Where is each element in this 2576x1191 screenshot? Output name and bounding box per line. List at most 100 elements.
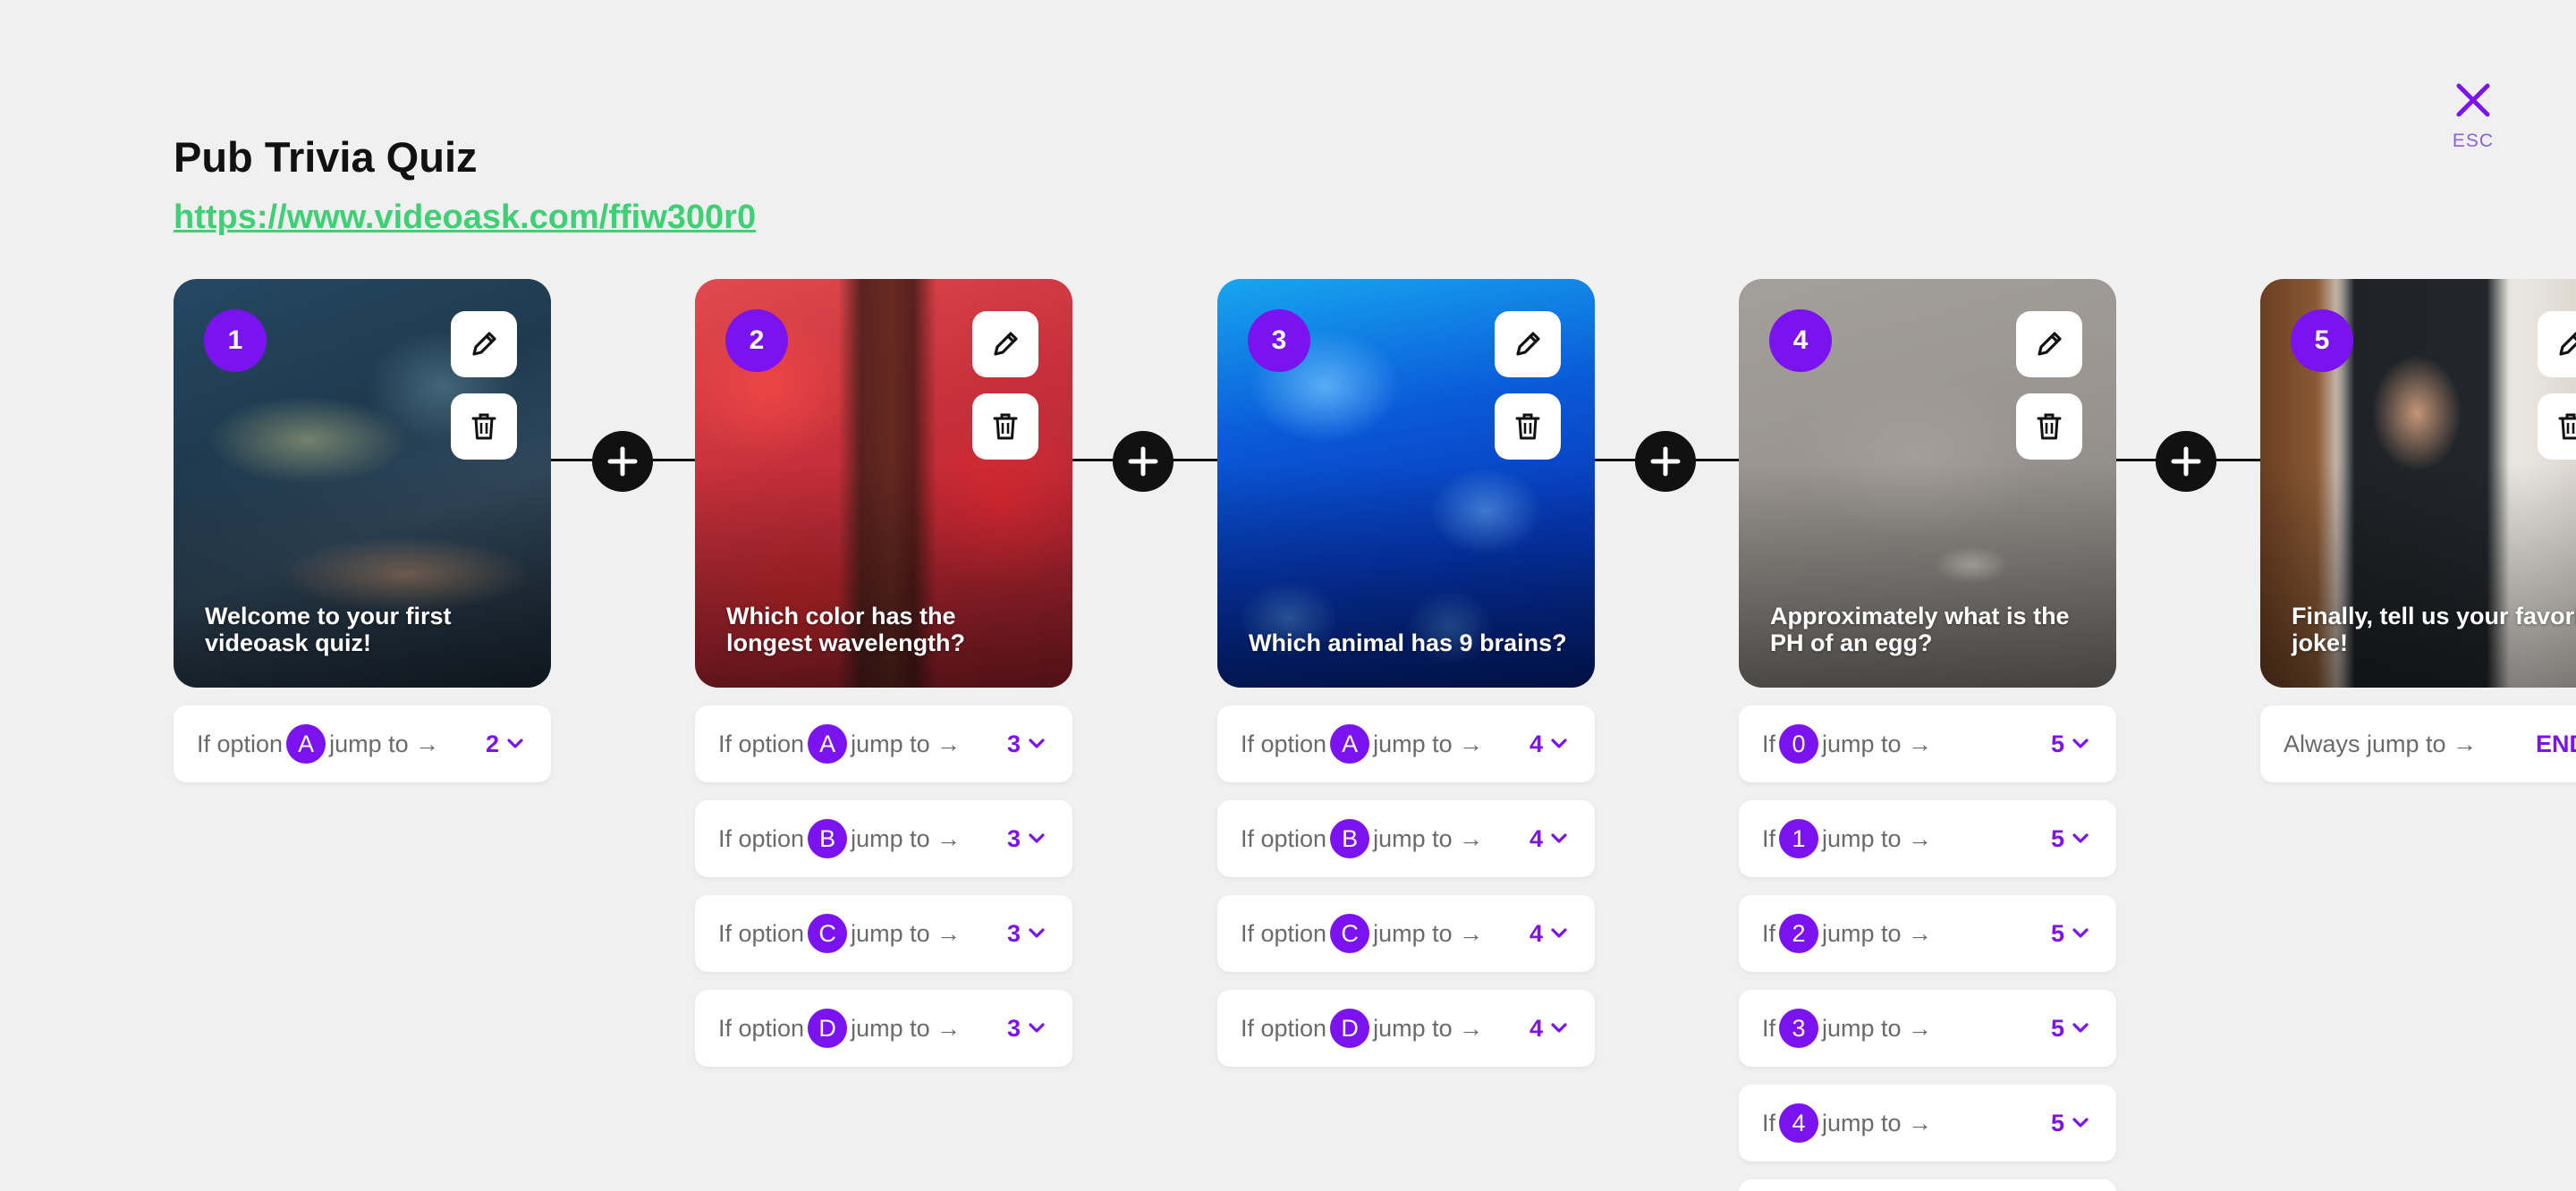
- jump-target-select[interactable]: 5: [2051, 1085, 2064, 1161]
- rule-prefix: If: [1762, 824, 1776, 852]
- branch-rule[interactable]: If 4 jump to → 5: [1739, 1085, 2116, 1161]
- branch-rule[interactable]: If option C jump to → 4: [1217, 895, 1595, 972]
- delete-button[interactable]: [2016, 393, 2082, 460]
- step-number-badge: 2: [725, 309, 788, 372]
- edit-button[interactable]: [1495, 311, 1561, 377]
- branch-rule[interactable]: If option D jump to → 4: [1217, 990, 1595, 1067]
- delete-button[interactable]: [2538, 393, 2576, 460]
- step-card[interactable]: 1 Welcome to your first videoask quiz!: [174, 279, 551, 688]
- rule-suffix: jump to →: [851, 730, 962, 757]
- option-badge: D: [808, 1009, 848, 1048]
- step-number-badge: 3: [1248, 309, 1310, 372]
- delete-button[interactable]: [1495, 393, 1561, 460]
- chevron-down-icon: [1551, 1023, 1567, 1033]
- jump-target-select[interactable]: END: [2536, 705, 2576, 782]
- step-card[interactable]: 4 Approximately what is the PH of an egg…: [1739, 279, 2116, 688]
- option-badge: 4: [1779, 1103, 1819, 1143]
- step-track: 1 Welcome to your first videoask quiz! I…: [0, 0, 2576, 1191]
- add-step-button[interactable]: [1635, 431, 1696, 492]
- edit-button[interactable]: [451, 311, 517, 377]
- branch-rule[interactable]: If 1 jump to → 5: [1739, 800, 2116, 877]
- branch-rule-partial[interactable]: [1739, 1179, 2116, 1191]
- chevron-down-icon: [2072, 739, 2089, 748]
- jump-target-select[interactable]: 5: [2051, 990, 2064, 1067]
- rule-suffix: jump to →: [329, 730, 440, 757]
- branch-rule[interactable]: If option B jump to → 4: [1217, 800, 1595, 877]
- jump-target-select[interactable]: 3: [1007, 895, 1021, 972]
- step-number-badge: 4: [1769, 309, 1832, 372]
- rule-prefix: If option: [1241, 919, 1327, 947]
- rule-suffix: jump to →: [851, 919, 962, 947]
- rule-suffix: jump to →: [1373, 1014, 1484, 1042]
- pencil-icon: [1516, 332, 1540, 356]
- jump-target-select[interactable]: 4: [1530, 705, 1543, 782]
- rule-suffix: jump to →: [1373, 824, 1484, 852]
- step-question: Welcome to your first videoask quiz!: [205, 603, 452, 656]
- step-card[interactable]: 5 Finally, tell us your favorite joke!: [2260, 279, 2576, 688]
- rule-prefix: If option: [1241, 1014, 1327, 1042]
- branch-rule[interactable]: If option B jump to → 3: [695, 800, 1072, 877]
- step-number-badge: 5: [2291, 309, 2353, 372]
- option-badge: B: [808, 819, 848, 858]
- branch-rule[interactable]: If 3 jump to → 5: [1739, 990, 2116, 1067]
- pencil-icon: [2559, 332, 2576, 356]
- rule-suffix: jump to →: [851, 1014, 962, 1042]
- rule-prefix: If: [1762, 919, 1776, 947]
- step-question: Finally, tell us your favorite joke!: [2292, 603, 2576, 656]
- jump-target-select[interactable]: 5: [2051, 705, 2064, 782]
- add-step-button[interactable]: [1113, 431, 1174, 492]
- option-badge: 3: [1779, 1009, 1819, 1048]
- rule-prefix: If: [1762, 1014, 1776, 1042]
- delete-button[interactable]: [972, 393, 1038, 460]
- jump-target-select[interactable]: 4: [1530, 895, 1543, 972]
- chevron-down-icon: [1551, 928, 1567, 938]
- rule-suffix: jump to →: [1822, 919, 1933, 947]
- jump-target-select[interactable]: 4: [1530, 800, 1543, 877]
- rule-prefix: If option: [197, 730, 284, 757]
- step-card[interactable]: 3 Which animal has 9 brains?: [1217, 279, 1595, 688]
- jump-target-select[interactable]: 2: [486, 705, 499, 782]
- pencil-icon: [994, 332, 1018, 356]
- branch-rule[interactable]: If 2 jump to → 5: [1739, 895, 2116, 972]
- branch-rule[interactable]: If option C jump to → 3: [695, 895, 1072, 972]
- option-badge: C: [808, 914, 848, 953]
- step-column-2: 2 Which color has the longest wavelength…: [695, 279, 1072, 1067]
- add-step-button[interactable]: [2156, 431, 2216, 492]
- rule-suffix: jump to →: [1822, 1109, 1933, 1136]
- option-badge: 2: [1779, 914, 1819, 953]
- rule-suffix: jump to →: [1373, 919, 1484, 947]
- rule-prefix: If option: [1241, 824, 1327, 852]
- step-card[interactable]: 2 Which color has the longest wavelength…: [695, 279, 1072, 688]
- option-badge: D: [1330, 1009, 1370, 1048]
- plus-icon: [607, 446, 638, 477]
- branch-rule[interactable]: If option A jump to → 2: [174, 705, 551, 782]
- branch-rule[interactable]: If option A jump to → 3: [695, 705, 1072, 782]
- edit-button[interactable]: [972, 311, 1038, 377]
- rule-prefix: If: [1762, 730, 1776, 757]
- jump-target-select[interactable]: 5: [2051, 800, 2064, 877]
- edit-button[interactable]: [2538, 311, 2576, 377]
- chevron-down-icon: [2072, 1118, 2089, 1128]
- branch-rule[interactable]: Always jump to → END: [2260, 705, 2576, 782]
- branch-rule[interactable]: If option A jump to → 4: [1217, 705, 1595, 782]
- jump-target-select[interactable]: 3: [1007, 705, 1021, 782]
- chevron-down-icon: [1029, 1023, 1045, 1033]
- jump-target-select[interactable]: 5: [2051, 895, 2064, 972]
- step-question: Which animal has 9 brains?: [1249, 629, 1567, 656]
- add-step-button[interactable]: [592, 431, 653, 492]
- jump-target-select[interactable]: 3: [1007, 990, 1021, 1067]
- trash-icon: [471, 413, 496, 440]
- jump-target-select[interactable]: 3: [1007, 800, 1021, 877]
- rule-suffix: jump to →: [1373, 730, 1484, 757]
- option-badge: A: [1330, 724, 1370, 764]
- edit-button[interactable]: [2016, 311, 2082, 377]
- rule-prefix: If option: [718, 824, 805, 852]
- delete-button[interactable]: [451, 393, 517, 460]
- step-column-5: 5 Finally, tell us your favorite joke! A…: [2260, 279, 2576, 782]
- chevron-down-icon: [2072, 928, 2089, 938]
- rule-suffix: jump to →: [851, 824, 962, 852]
- jump-target-select[interactable]: 4: [1530, 990, 1543, 1067]
- chevron-down-icon: [1029, 928, 1045, 938]
- branch-rule[interactable]: If 0 jump to → 5: [1739, 705, 2116, 782]
- branch-rule[interactable]: If option D jump to → 3: [695, 990, 1072, 1067]
